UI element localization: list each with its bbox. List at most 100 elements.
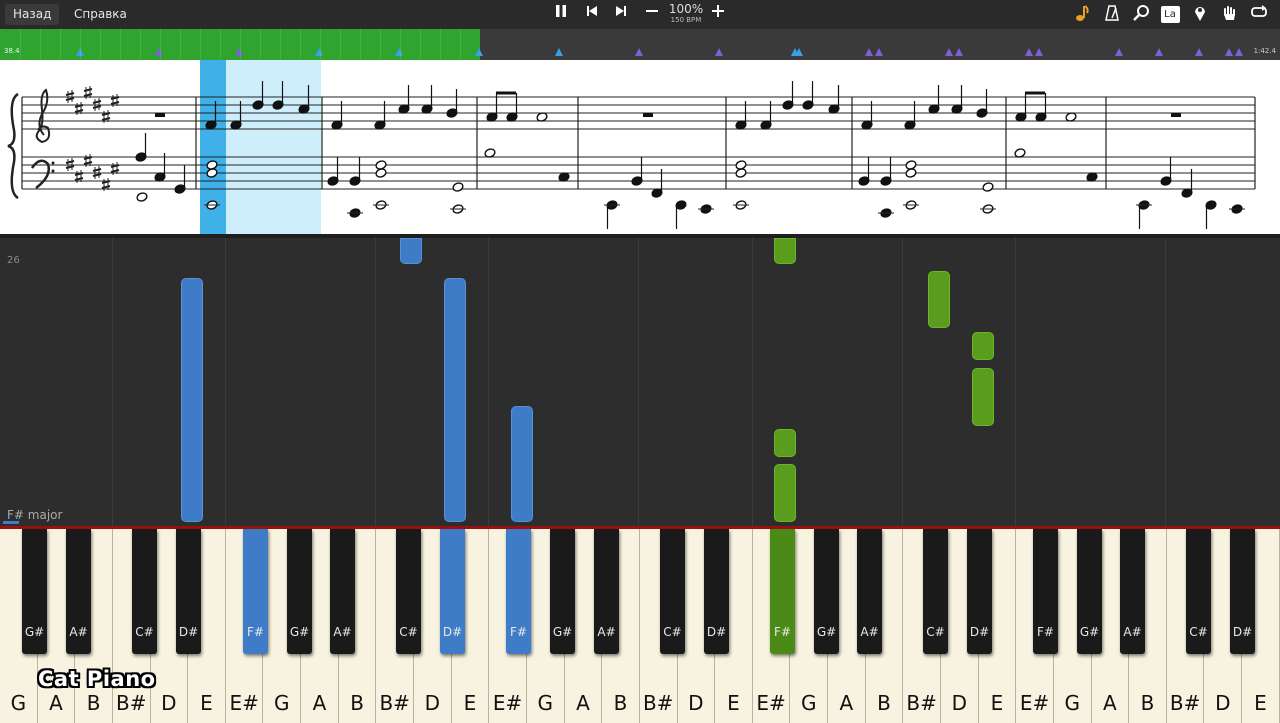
black-key[interactable]: G# [814,529,839,654]
bar-number: 26 [7,255,20,266]
black-key-label: A# [597,625,616,639]
black-key[interactable]: D# [176,529,201,654]
black-key[interactable]: C# [923,529,948,654]
sharp [92,105,102,109]
tempo-readout: 100% 150 BPM [664,3,708,25]
black-key[interactable]: F# [506,529,531,654]
black-key[interactable]: D# [967,529,992,654]
timeline-marker[interactable] [635,48,643,56]
black-key-label: G# [1079,625,1100,639]
sharp [92,173,102,177]
timeline-tick [340,29,341,60]
note-head [136,192,148,202]
timeline-marker[interactable] [1035,48,1043,56]
brace [7,92,19,200]
white-key-label: E# [1019,691,1050,715]
white-key-label: A [576,691,590,715]
song-timeline[interactable]: 38.4 1:42.4 [0,29,1280,60]
key-indicator [3,521,19,524]
white-key-label: B [86,691,101,715]
timeline-marker[interactable] [395,48,403,56]
black-key[interactable]: A# [1120,529,1145,654]
black-key[interactable]: C# [132,529,157,654]
timeline-marker[interactable] [475,48,483,56]
black-key[interactable]: F# [243,529,268,654]
white-key-label: G [274,691,290,715]
timeline-marker[interactable] [555,48,563,56]
white-key-label: B [877,691,891,715]
timeline-marker[interactable] [865,48,873,56]
white-key-label: D [1215,691,1231,715]
black-key[interactable]: D# [704,529,729,654]
timeline-marker[interactable] [1115,48,1123,56]
black-key[interactable]: C# [660,529,685,654]
pause-button[interactable] [550,4,572,25]
timeline-marker[interactable] [795,48,803,56]
pause-icon [556,5,566,17]
minus-icon [646,10,658,12]
black-key-label: C# [135,625,154,639]
white-key-label: G [1064,691,1080,715]
black-key[interactable]: G# [550,529,575,654]
black-key[interactable]: G# [22,529,47,654]
sharp [83,88,93,92]
timeline-tick [20,29,21,60]
note-toggle-button[interactable] [1071,4,1093,25]
black-key[interactable]: A# [330,529,355,654]
help-button[interactable]: Справка [66,4,135,25]
black-key-label: C# [1189,625,1208,639]
roll-gridline [225,238,226,527]
zoom-button[interactable] [1130,4,1152,25]
tempo-increase-button[interactable] [707,4,729,25]
black-key-label: D# [706,625,727,639]
sharp [65,97,75,101]
previous-button[interactable] [581,4,603,25]
white-key-label: G [801,691,817,715]
black-key[interactable]: F# [1033,529,1058,654]
back-button[interactable]: Назад [5,4,60,25]
black-key[interactable]: A# [66,529,91,654]
black-key[interactable]: C# [1186,529,1211,654]
black-key[interactable]: G# [287,529,312,654]
bass-clef-dot [51,169,55,173]
tempo-decrease-button[interactable] [641,4,663,25]
timeline-total: 1:42.4 [1253,47,1276,55]
black-key-label: F# [1037,625,1054,639]
white-key-label: B# [379,691,410,715]
black-key[interactable]: A# [594,529,619,654]
black-key[interactable]: C# [396,529,421,654]
la-icon: La [1160,6,1180,23]
rest [155,113,165,117]
timeline-tick [440,29,441,60]
timeline-marker[interactable] [945,48,953,56]
timeline-marker[interactable] [875,48,883,56]
note-names-button[interactable]: La [1159,4,1181,25]
timeline-marker[interactable] [1235,48,1243,56]
timeline-marker[interactable] [155,48,163,56]
timeline-marker[interactable] [1225,48,1233,56]
hand-button[interactable] [1218,4,1240,25]
black-key[interactable]: D# [1230,529,1255,654]
timeline-marker[interactable] [315,48,323,56]
metronome-icon [1105,5,1119,21]
black-key[interactable]: G# [1077,529,1102,654]
falling-note [774,238,796,264]
black-key[interactable]: A# [857,529,882,654]
marker-button[interactable] [1189,4,1211,25]
black-key[interactable]: F# [770,529,795,654]
sharp [101,185,111,189]
metronome-button[interactable] [1101,4,1123,25]
white-key-label: A [49,691,63,715]
timeline-marker[interactable] [235,48,243,56]
timeline-marker[interactable] [715,48,723,56]
note-head [452,182,464,192]
timeline-marker[interactable] [1155,48,1163,56]
timeline-marker[interactable] [1195,48,1203,56]
white-key-label: A [1103,691,1117,715]
black-key[interactable]: D# [440,529,465,654]
loop-button[interactable] [1248,4,1270,25]
top-toolbar: Назад Справка 100% 150 BPM La [0,0,1280,29]
timeline-marker[interactable] [955,48,963,56]
next-button[interactable] [610,4,632,25]
timeline-marker[interactable] [1025,48,1033,56]
